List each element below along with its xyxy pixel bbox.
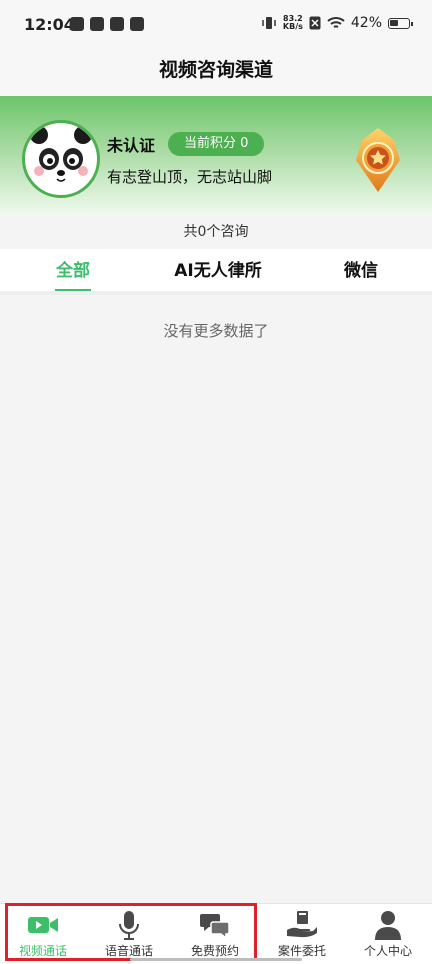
chat-bubbles-icon	[200, 914, 230, 940]
nav-free-booking[interactable]: 免费预约	[172, 904, 258, 964]
bottom-nav: 视频通话 语音通话 免费预约 案件委托 个人中心	[0, 903, 432, 964]
nav-label: 视频通话	[18, 944, 67, 958]
nav-video-call[interactable]: 视频通话	[0, 904, 86, 964]
nav-label: 案件委托	[277, 944, 326, 958]
page-title: 视频咨询渠道	[158, 59, 273, 81]
consult-count-row: 共0个咨询	[0, 216, 432, 249]
nav-label: 语音通话	[104, 944, 153, 958]
tab-wechat[interactable]: 微信	[320, 249, 402, 291]
microphone-icon	[119, 911, 139, 940]
notification-icons	[70, 17, 144, 31]
person-icon	[375, 911, 401, 940]
notification-icon	[90, 17, 104, 31]
battery-percent: 42%	[350, 15, 382, 31]
consult-count: 共0个咨询	[183, 224, 249, 240]
video-camera-icon	[28, 917, 58, 933]
status-right: 83.2 KB/s 42%	[261, 15, 413, 31]
active-tab-indicator	[55, 289, 91, 291]
wifi-icon	[327, 17, 345, 28]
network-speed: 83.2 KB/s	[283, 15, 303, 31]
notification-icon	[70, 17, 84, 31]
avatar[interactable]	[22, 120, 100, 198]
nav-label: 个人中心	[363, 944, 412, 958]
tab-all[interactable]: 全部	[33, 249, 113, 291]
profile-banner: 未认证 当前积分 0 有志登山顶，无志站山脚	[0, 96, 432, 216]
empty-state-message: 没有更多数据了	[163, 322, 269, 340]
network-speed-unit: KB/s	[282, 22, 303, 31]
notification-icon	[130, 17, 144, 31]
nav-case-entrust[interactable]: 案件委托	[259, 904, 345, 964]
battery-icon	[388, 17, 413, 29]
panda-avatar-icon	[30, 126, 92, 193]
status-bar: 12:04 83.2 KB/s 42%	[0, 0, 432, 52]
tab-bar: 全部 AI无人律所 微信	[0, 249, 432, 295]
home-indicator[interactable]	[130, 958, 302, 961]
nav-label: 免费预约	[190, 944, 239, 958]
notification-icon	[110, 17, 124, 31]
sim-off-icon	[309, 16, 321, 30]
user-name: 未认证	[107, 136, 156, 155]
nav-personal-center[interactable]: 个人中心	[345, 904, 431, 964]
title-bar: 视频咨询渠道	[0, 52, 432, 96]
vibrate-icon	[262, 17, 276, 29]
nav-voice-call[interactable]: 语音通话	[86, 904, 172, 964]
user-motto: 有志登山顶，无志站山脚	[107, 168, 273, 186]
hand-document-icon	[287, 911, 317, 938]
points-badge: 当前积分 0	[168, 132, 265, 156]
status-time: 12:04	[24, 15, 75, 34]
tab-ai-law-firm[interactable]: AI无人律所	[158, 249, 278, 291]
medal-icon[interactable]	[350, 126, 406, 194]
